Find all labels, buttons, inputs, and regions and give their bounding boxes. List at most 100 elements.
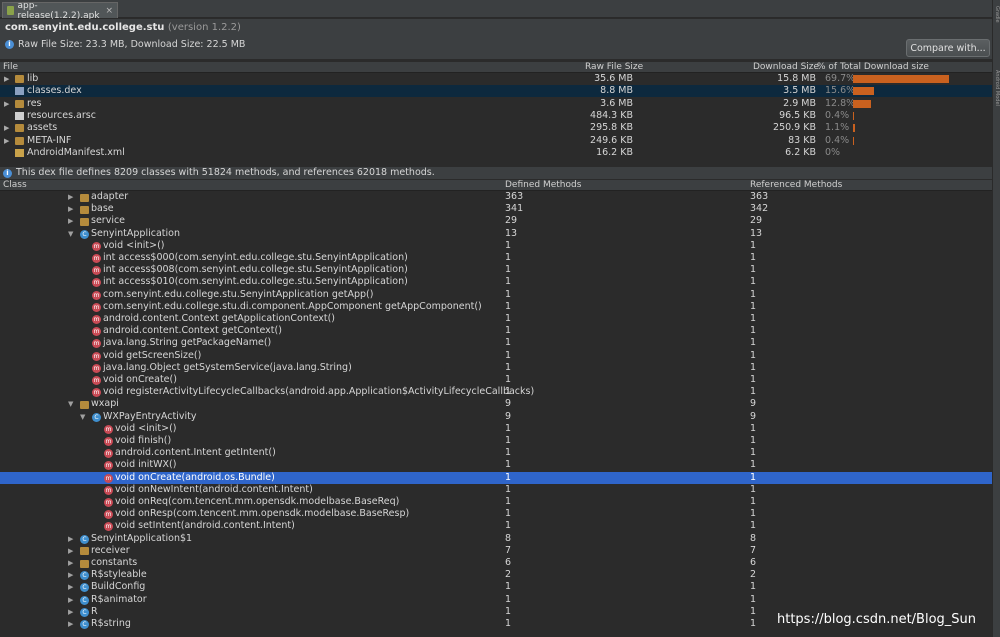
gradle-tool-tab[interactable]: Gradle xyxy=(992,6,1000,23)
expand-arrow-icon[interactable]: ▶ xyxy=(68,191,73,203)
referenced-methods-count: 1 xyxy=(750,313,757,324)
close-icon[interactable]: × xyxy=(105,6,113,16)
referenced-methods-count: 2 xyxy=(750,569,757,581)
package-name: com.senyint.edu.college.stu (version 1.2… xyxy=(5,22,241,33)
class-row[interactable]: ▼ C SenyintApplication 13 13 xyxy=(0,228,992,240)
method-row[interactable]: m android.content.Context getContext() 1 1 xyxy=(0,325,992,337)
expand-arrow-icon[interactable]: ▶ xyxy=(68,618,73,630)
method-row[interactable]: m int access$010(com.senyint.edu.college.… xyxy=(0,276,992,288)
method-row[interactable]: m void finish() 1 1 xyxy=(0,435,992,447)
tree-item-name: R$string xyxy=(91,618,131,629)
class-row[interactable]: ▶ C SenyintApplication$1 8 8 xyxy=(0,533,992,545)
col-download-size[interactable]: Download Size xyxy=(753,62,819,73)
referenced-methods-count: 1 xyxy=(750,471,757,483)
file-row[interactable]: classes.dex 8.8 MB 3.5 MB 15.6% xyxy=(0,85,992,98)
expand-arrow-icon[interactable]: ▶ xyxy=(68,594,73,606)
defined-methods-count: 13 xyxy=(505,227,518,239)
defined-methods-count: 1 xyxy=(505,605,512,617)
referenced-methods-count: 363 xyxy=(750,191,769,202)
download-size: 83 KB xyxy=(788,134,816,146)
expand-arrow-icon[interactable]: ▶ xyxy=(68,569,73,581)
expand-arrow-icon[interactable]: ▶ xyxy=(68,545,73,557)
col-defined-methods[interactable]: Defined Methods xyxy=(505,180,581,191)
file-row[interactable]: resources.arsc 484.3 KB 96.5 KB 0.4% xyxy=(0,110,992,122)
method-row[interactable]: m void onCreate(android.os.Bundle) 1 1 xyxy=(0,471,992,484)
defined-methods-count: 1 xyxy=(505,288,512,300)
expand-arrow-icon[interactable]: ▼ xyxy=(68,398,73,410)
expand-arrow-icon[interactable]: ▶ xyxy=(4,122,9,134)
package-row[interactable]: ▶ receiver 7 7 xyxy=(0,545,992,557)
method-row[interactable]: m void <init>() 1 1 xyxy=(0,423,992,435)
expand-arrow-icon[interactable]: ▶ xyxy=(68,533,73,545)
download-percent-bar xyxy=(853,99,871,108)
class-row[interactable]: ▶ C R$styleable 2 2 xyxy=(0,569,992,581)
defined-methods-count: 341 xyxy=(505,203,524,215)
expand-arrow-icon[interactable]: ▼ xyxy=(80,411,85,423)
package-row[interactable]: ▼ wxapi 9 9 xyxy=(0,398,992,410)
expand-arrow-icon[interactable]: ▶ xyxy=(4,135,9,147)
file-name: res xyxy=(27,97,42,109)
referenced-methods-count: 1 xyxy=(750,337,757,349)
tree-item-name: int access$000(com.senyint.edu.college.s… xyxy=(103,252,408,263)
method-row[interactable]: m void onReq(com.tencent.mm.opensdk.model… xyxy=(0,496,992,508)
expand-arrow-icon[interactable]: ▶ xyxy=(68,203,73,215)
tree-item-name: void initWX() xyxy=(115,459,177,471)
col-raw-size[interactable]: Raw File Size xyxy=(585,62,643,73)
method-row[interactable]: m java.lang.String getPackageName() 1 1 xyxy=(0,337,992,349)
download-percent-bar xyxy=(853,136,854,145)
method-row[interactable]: m void <init>() 1 1 xyxy=(0,240,992,252)
expand-arrow-icon[interactable]: ▶ xyxy=(68,581,73,593)
expand-arrow-icon[interactable]: ▶ xyxy=(68,557,73,569)
method-row[interactable]: m com.senyint.edu.college.stu.di.componen… xyxy=(0,301,992,313)
defined-methods-count: 29 xyxy=(505,215,518,227)
method-row[interactable]: m int access$000(com.senyint.edu.college.… xyxy=(0,252,992,264)
method-row[interactable]: m void onNewIntent(android.content.Intent… xyxy=(0,484,992,496)
file-row[interactable]: ▶ assets 295.8 KB 250.9 KB 1.1% xyxy=(0,122,992,134)
class-row[interactable]: ▶ C BuildConfig 1 1 xyxy=(0,581,992,593)
method-icon: m xyxy=(104,461,113,471)
file-row[interactable]: ▶ res 3.6 MB 2.9 MB 12.8% xyxy=(0,98,992,110)
method-icon: m xyxy=(92,241,101,251)
file-row[interactable]: ▶ lib 35.6 MB 15.8 MB 69.7% xyxy=(0,73,992,85)
file-row[interactable]: AndroidManifest.xml 16.2 KB 6.2 KB 0% xyxy=(0,147,992,159)
defined-methods-count: 1 xyxy=(505,252,512,263)
expand-arrow-icon[interactable]: ▶ xyxy=(68,215,73,227)
class-icon: C xyxy=(80,534,89,544)
android-model-tool-tab[interactable]: Android Model xyxy=(992,70,1000,106)
referenced-methods-count: 1 xyxy=(750,422,757,434)
method-row[interactable]: m void registerActivityLifecycleCallbacks… xyxy=(0,386,992,398)
defined-methods-count: 1 xyxy=(505,618,512,629)
method-row[interactable]: m android.content.Intent getIntent() 1 1 xyxy=(0,447,992,459)
class-row[interactable]: ▼ C WXPayEntryActivity 9 9 xyxy=(0,411,992,423)
method-row[interactable]: m void setIntent(android.content.Intent) 1… xyxy=(0,520,992,532)
col-class[interactable]: Class xyxy=(3,180,27,191)
col-file[interactable]: File xyxy=(3,62,18,73)
method-row[interactable]: m void getScreenSize() 1 1 xyxy=(0,350,992,362)
referenced-methods-count: 1 xyxy=(750,520,757,532)
tree-item-name: com.senyint.edu.college.stu.di.component… xyxy=(103,300,482,312)
package-row[interactable]: ▶ base 341 342 xyxy=(0,203,992,215)
expand-arrow-icon[interactable]: ▶ xyxy=(68,606,73,618)
method-row[interactable]: m com.senyint.edu.college.stu.SenyintAppl… xyxy=(0,289,992,301)
method-row[interactable]: m void onResp(com.tencent.mm.opensdk.mode… xyxy=(0,508,992,520)
compare-with-button[interactable]: Compare with... xyxy=(906,39,990,57)
tree-item-name: void onReq(com.tencent.mm.opensdk.modelb… xyxy=(115,496,400,507)
expand-arrow-icon[interactable]: ▶ xyxy=(4,73,9,85)
method-row[interactable]: m android.content.Context getApplicationC… xyxy=(0,313,992,325)
method-icon: m xyxy=(92,302,101,312)
tab-apk[interactable]: app-release(1.2.2).apk × xyxy=(2,1,118,21)
method-row[interactable]: m int access$008(com.senyint.edu.college.… xyxy=(0,264,992,276)
expand-arrow-icon[interactable]: ▼ xyxy=(68,228,73,240)
method-row[interactable]: m void onCreate() 1 1 xyxy=(0,374,992,386)
package-row[interactable]: ▶ constants 6 6 xyxy=(0,557,992,569)
defined-methods-count: 1 xyxy=(505,508,512,520)
method-row[interactable]: m java.lang.Object getSystemService(java.… xyxy=(0,362,992,374)
file-row[interactable]: ▶ META-INF 249.6 KB 83 KB 0.4% xyxy=(0,135,992,147)
expand-arrow-icon[interactable]: ▶ xyxy=(4,98,9,110)
col-referenced-methods[interactable]: Referenced Methods xyxy=(750,180,842,191)
package-row[interactable]: ▶ adapter 363 363 xyxy=(0,191,992,203)
class-row[interactable]: ▶ C R$animator 1 1 xyxy=(0,594,992,606)
method-row[interactable]: m void initWX() 1 1 xyxy=(0,459,992,471)
package-row[interactable]: ▶ service 29 29 xyxy=(0,215,992,227)
col-percent[interactable]: % of Total Download size xyxy=(817,62,929,73)
